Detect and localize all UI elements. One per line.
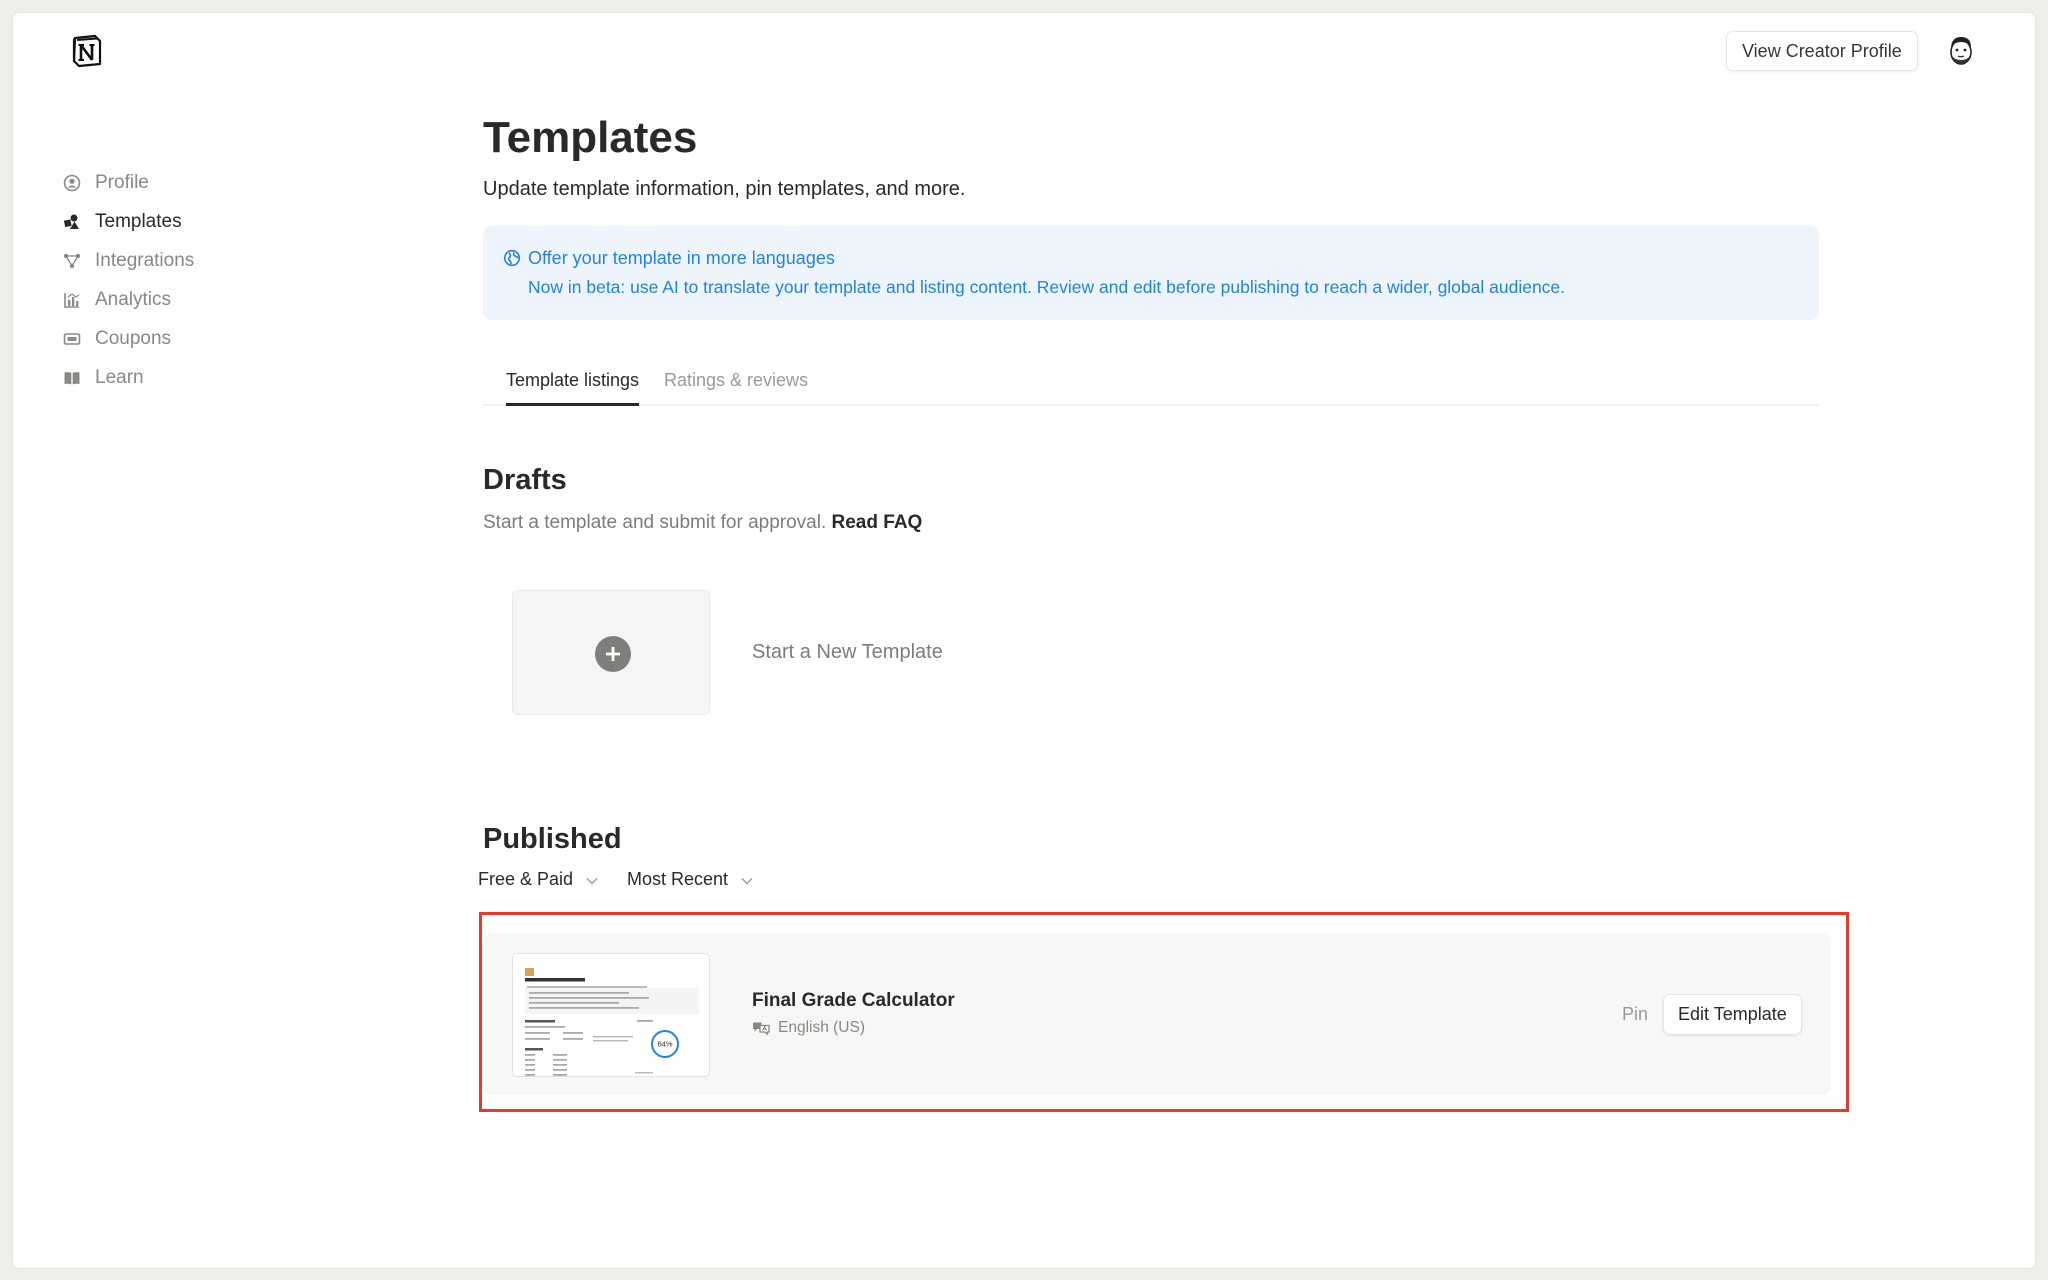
- app-window: View Creator Profile Profile Templates I…: [13, 13, 2035, 1268]
- sidebar-item-label: Templates: [95, 210, 182, 232]
- globe-icon: [503, 249, 521, 267]
- published-heading: Published: [483, 823, 622, 855]
- price-filter-dropdown[interactable]: Free & Paid: [478, 869, 598, 890]
- sidebar-item-learn[interactable]: Learn: [61, 358, 321, 397]
- sidebar-item-templates[interactable]: Templates: [61, 202, 321, 241]
- sidebar-item-label: Profile: [95, 171, 149, 193]
- highlight-box: [479, 912, 1849, 1112]
- page-subtitle: Update template information, pin templat…: [483, 178, 966, 200]
- tab-template-listings[interactable]: Template listings: [506, 370, 640, 406]
- learn-icon: [61, 367, 83, 389]
- drafts-heading: Drafts: [483, 464, 567, 496]
- read-faq-link[interactable]: Read FAQ: [832, 512, 923, 533]
- integrations-icon: [61, 250, 83, 272]
- plus-icon: [595, 636, 631, 672]
- coupons-icon: [61, 328, 83, 350]
- sidebar-item-profile[interactable]: Profile: [61, 163, 321, 202]
- sidebar-item-analytics[interactable]: Analytics: [61, 280, 321, 319]
- templates-icon: [61, 211, 83, 233]
- sidebar-item-label: Coupons: [95, 327, 172, 349]
- sort-filter-dropdown[interactable]: Most Recent: [627, 869, 753, 890]
- start-new-template-label[interactable]: Start a New Template: [752, 641, 943, 664]
- tab-bar: Template listings Ratings & reviews: [483, 358, 1819, 406]
- sidebar-item-integrations[interactable]: Integrations: [61, 241, 321, 280]
- sidebar-item-label: Learn: [95, 366, 144, 388]
- price-filter-label: Free & Paid: [478, 869, 574, 889]
- sidebar-item-label: Integrations: [95, 249, 195, 271]
- page-title: Templates: [483, 113, 698, 162]
- sort-filter-label: Most Recent: [627, 869, 729, 889]
- translation-banner: Offer your template in more languages No…: [483, 226, 1819, 320]
- chevron-down-icon: [586, 869, 598, 890]
- sidebar-item-coupons[interactable]: Coupons: [61, 319, 321, 358]
- view-creator-profile-button[interactable]: View Creator Profile: [1726, 31, 1918, 71]
- user-avatar-icon[interactable]: [1942, 32, 1980, 70]
- notion-logo-icon[interactable]: [69, 33, 105, 69]
- chevron-down-icon: [741, 869, 753, 890]
- sidebar-item-label: Analytics: [95, 288, 172, 310]
- tab-ratings-reviews[interactable]: Ratings & reviews: [664, 370, 808, 391]
- new-template-card[interactable]: [512, 590, 710, 715]
- analytics-icon: [61, 289, 83, 311]
- sidebar: Profile Templates Integrations Analytics…: [61, 163, 321, 397]
- banner-title[interactable]: Offer your template in more languages: [528, 248, 835, 269]
- drafts-subtitle-text: Start a template and submit for approval…: [483, 512, 827, 533]
- banner-text: Now in beta: use AI to translate your te…: [528, 277, 1566, 297]
- profile-icon: [61, 172, 83, 194]
- drafts-subtitle: Start a template and submit for approval…: [483, 512, 922, 534]
